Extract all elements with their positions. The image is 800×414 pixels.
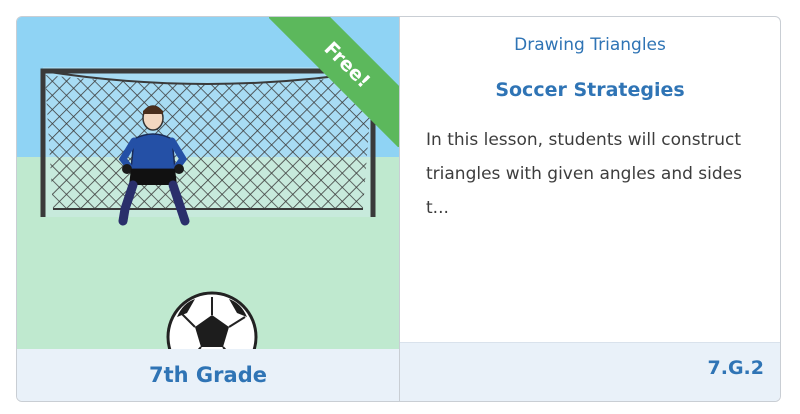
free-ribbon: Free! bbox=[269, 17, 399, 147]
lesson-subject[interactable]: Drawing Triangles bbox=[400, 35, 780, 55]
standard-label: 7.G.2 bbox=[707, 357, 764, 379]
grade-label: 7th Grade bbox=[149, 363, 267, 387]
grade-footer: 7th Grade bbox=[17, 349, 399, 401]
lesson-details: Drawing Triangles Soccer Strategies In t… bbox=[400, 17, 780, 342]
lesson-description: In this lesson, students will construct … bbox=[426, 130, 742, 218]
free-ribbon-label: Free! bbox=[269, 17, 399, 147]
lesson-title[interactable]: Soccer Strategies bbox=[400, 79, 780, 101]
lesson-card[interactable]: Free! Drawing Triangles Soccer Strategie… bbox=[16, 16, 781, 402]
lesson-thumbnail[interactable]: Free! bbox=[17, 17, 399, 349]
standard-footer: 7.G.2 bbox=[400, 342, 780, 401]
